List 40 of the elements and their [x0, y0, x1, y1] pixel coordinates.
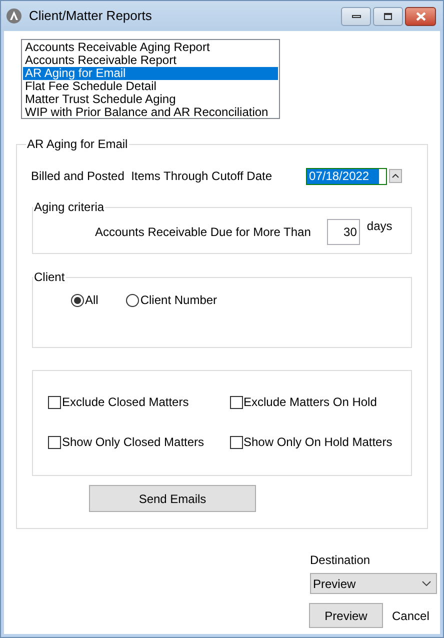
cancel-button[interactable]: Cancel	[392, 606, 430, 624]
report-list-item[interactable]: Accounts Receivable Report	[23, 54, 278, 67]
close-button[interactable]	[405, 6, 436, 26]
preview-button[interactable]: Preview	[309, 603, 383, 628]
radio-option[interactable]: Client Number	[126, 291, 218, 309]
chevron-up-icon	[392, 174, 400, 178]
checkbox-option[interactable]: Exclude Matters On Hold	[230, 394, 411, 410]
date-field[interactable]: 07/18/2022	[306, 168, 388, 184]
radio-button[interactable]	[71, 294, 84, 306]
checkbox[interactable]	[48, 396, 61, 408]
checkbox-option[interactable]: Show Only On Hold Matters	[230, 434, 411, 450]
days-field[interactable]: 30	[326, 219, 360, 245]
checkbox[interactable]	[48, 436, 61, 448]
maximize-button[interactable]	[373, 6, 403, 26]
days-unit: days	[366, 218, 392, 235]
days-label: Accounts Receivable Due for More Than	[95, 224, 311, 241]
group-title: Aging criteria	[33, 199, 106, 216]
destination-label: Destination	[310, 552, 372, 569]
checkbox[interactable]	[230, 396, 242, 408]
send-emails-button[interactable]: Send Emails	[89, 485, 256, 512]
chevron-down-icon	[422, 581, 431, 586]
report-list-item[interactable]: Accounts Receivable Aging Report	[23, 41, 278, 54]
app-logo-icon	[6, 8, 22, 24]
report-list-item[interactable]: Flat Fee Schedule Detail	[23, 80, 278, 93]
close-icon	[416, 12, 426, 20]
group-title: Client	[33, 269, 66, 286]
minimize-button[interactable]	[341, 6, 371, 26]
destination-select[interactable]: Preview	[310, 573, 437, 594]
checkbox-option[interactable]: Exclude Closed Matters	[48, 394, 230, 410]
report-list-item[interactable]: WIP with Prior Balance and AR Reconciliation	[23, 106, 278, 119]
report-list-item[interactable]: Matter Trust Schedule Aging	[23, 93, 278, 106]
report-list-item[interactable]: AR Aging for Email	[23, 67, 278, 80]
checkbox[interactable]	[230, 436, 242, 448]
radio-button[interactable]	[126, 294, 140, 306]
group-title: AR Aging for Email	[26, 136, 129, 153]
radio-option[interactable]: All	[71, 291, 98, 309]
checkbox-option[interactable]: Show Only Closed Matters	[48, 434, 230, 450]
window-title: Client/Matter Reports	[29, 7, 152, 26]
cutoff-date-label: Billed and Posted Items Through Cutoff Date	[31, 168, 272, 185]
spin-button[interactable]	[389, 169, 402, 183]
